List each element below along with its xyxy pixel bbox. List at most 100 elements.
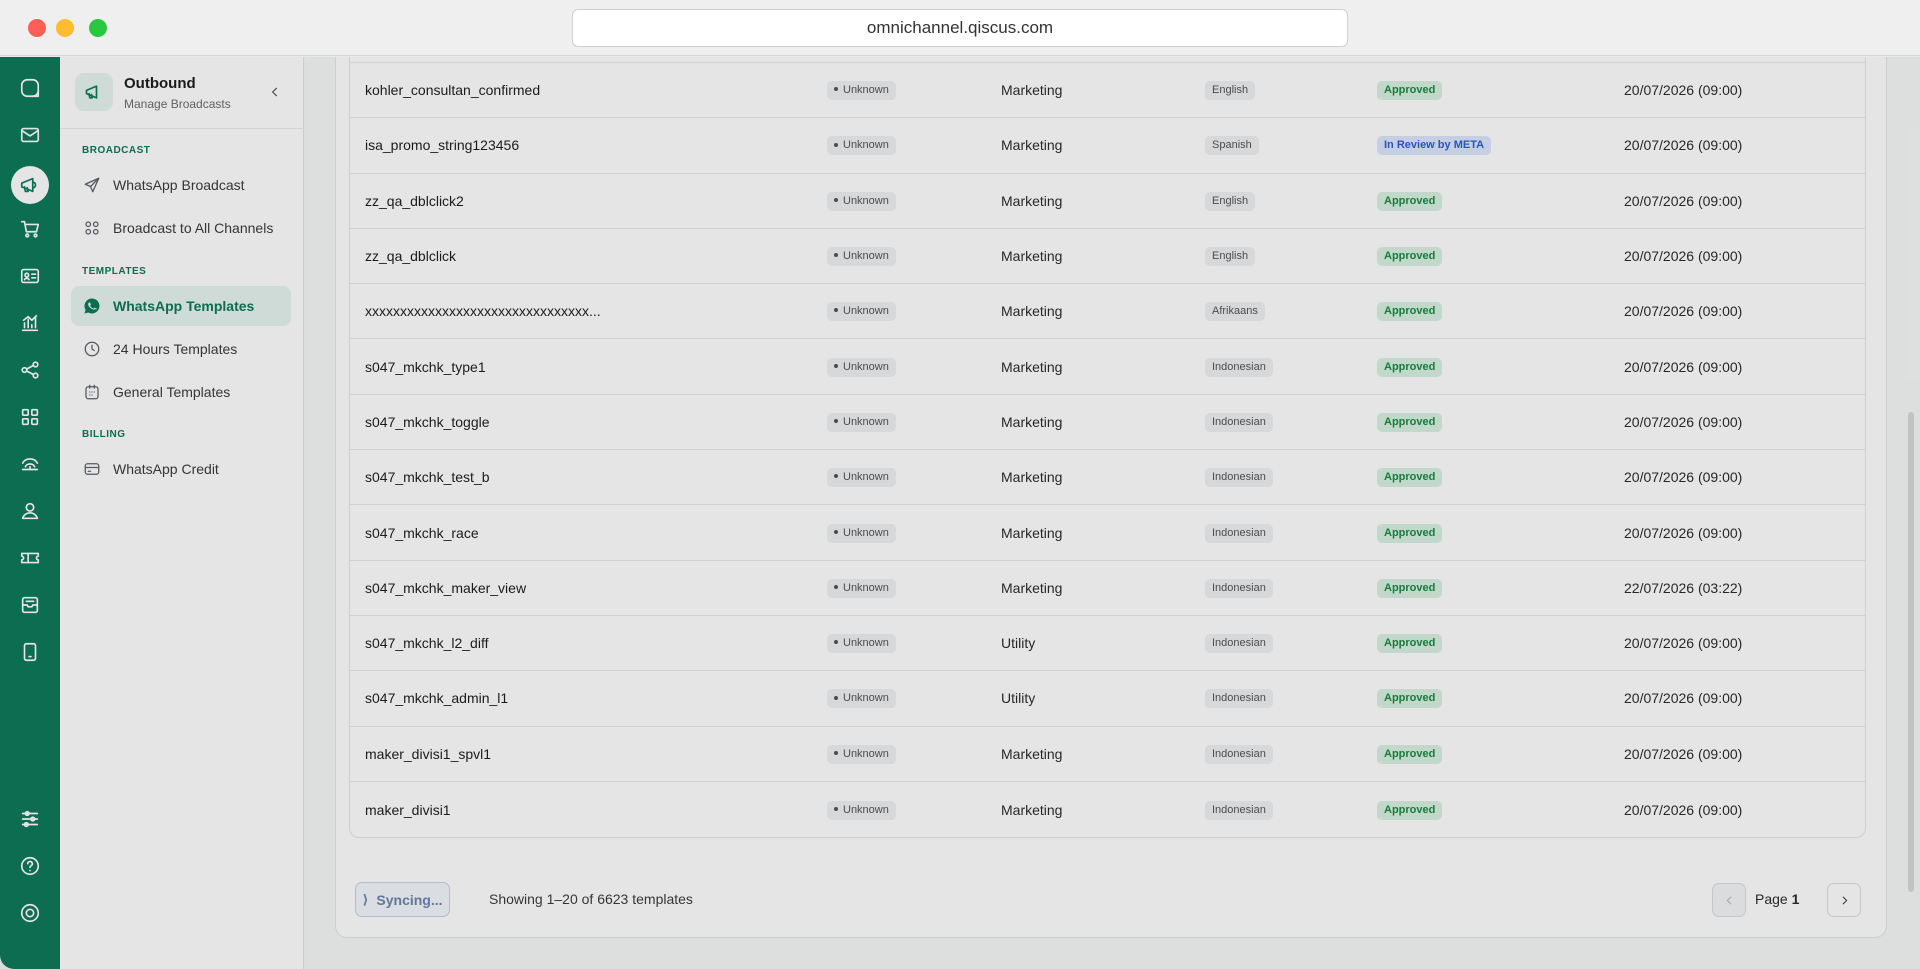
contact-card-icon[interactable] — [16, 262, 44, 290]
template-date: 22/07/2026 (03:22) — [1624, 579, 1743, 596]
analytics-icon[interactable] — [16, 309, 44, 337]
language-badge-pill: Indonesian — [1205, 468, 1273, 488]
quality-badge: Unknown — [827, 523, 896, 543]
table-row[interactable]: zz_qa_dblclick2 Unknown Marketing English Ap… — [350, 174, 1865, 229]
sidebar-item-24-hours-templates[interactable]: 24 Hours Templates — [71, 329, 291, 369]
template-date: 20/07/2026 (09:00) — [1624, 413, 1743, 430]
status-badge: Approved — [1377, 800, 1443, 820]
quality-badge-pill: Unknown — [827, 81, 896, 101]
table-row[interactable]: kohler_consultan_confirmed Unknown Marketi… — [350, 63, 1865, 119]
sidebar-subtitle: Manage Broadcasts — [124, 97, 231, 111]
maximize-window-button[interactable] — [89, 19, 107, 37]
quality-badge-pill: Unknown — [827, 191, 896, 211]
section-billing: BILLING — [82, 429, 126, 440]
template-name: xxxxxxxxxxxxxxxxxxxxxxxxxxxxxxxx... — [365, 303, 601, 320]
settings-sliders-icon[interactable] — [16, 805, 44, 833]
language-badge: Spanish — [1205, 135, 1259, 156]
power-icon[interactable] — [16, 899, 44, 927]
status-badge: Approved — [1377, 246, 1443, 267]
language-badge: English — [1205, 80, 1256, 101]
mail-icon[interactable] — [16, 121, 44, 149]
language-badge: Indonesian — [1205, 800, 1273, 820]
collapse-sidebar-button[interactable] — [266, 83, 284, 101]
language-badge-pill: Indonesian — [1205, 634, 1273, 654]
table-row[interactable]: s047_mkchk_admin_l1 Unknown Utility Indones… — [350, 671, 1865, 727]
sidebar-item-label: WhatsApp Broadcast — [113, 177, 245, 193]
close-window-button[interactable] — [28, 19, 46, 37]
app-window: Outbound Manage Broadcasts BROADCAST Wha… — [0, 57, 1920, 969]
table-row[interactable]: s047_mkchk_toggle Unknown Marketing Indones… — [350, 395, 1865, 451]
template-category: Marketing — [1001, 192, 1063, 209]
sidebar-item-whatsapp-broadcast[interactable]: WhatsApp Broadcast — [71, 165, 291, 205]
template-date: 20/07/2026 (09:00) — [1624, 248, 1743, 265]
template-category: Marketing — [1001, 469, 1063, 486]
template-name: s047_mkchk_race — [365, 524, 479, 541]
language-badge: Indonesian — [1205, 357, 1273, 377]
template-date: 20/07/2026 (09:00) — [1624, 469, 1743, 486]
page-indicator: Page 1 — [1755, 891, 1799, 907]
sidebar-item-general-templates[interactable]: General Templates — [71, 372, 291, 412]
inbox-icon[interactable] — [16, 591, 44, 619]
table-row[interactable]: xxxxxxxxxxxxxxxxxxxxxxxxxxxxxxxx... Unkno… — [350, 284, 1865, 340]
browser-chrome: omnichannel.qiscus.com — [0, 0, 1920, 56]
status-badge-pill: Approved — [1377, 357, 1443, 377]
language-badge-pill: English — [1205, 247, 1256, 267]
template-name: s047_mkchk_test_b — [365, 469, 490, 486]
quality-badge: Unknown — [827, 800, 896, 820]
megaphone-icon[interactable] — [11, 166, 49, 204]
page-number: 1 — [1791, 891, 1800, 907]
table-row[interactable]: zz_qa_dblclick Unknown Marketing English App… — [350, 229, 1865, 285]
cart-icon[interactable] — [16, 215, 44, 243]
template-name: kohler_consultan_confirmed — [365, 82, 541, 99]
status-badge-pill: Approved — [1377, 412, 1443, 432]
chevron-right-icon — [1841, 895, 1847, 905]
chat-icon[interactable] — [16, 74, 44, 102]
table-row[interactable]: s047_mkchk_type1 Unknown Marketing Indonesi… — [350, 339, 1865, 395]
quality-badge: Unknown — [827, 191, 896, 211]
table-row[interactable]: isa_promo_string123456 Unknown Marketing Sp… — [350, 118, 1865, 174]
table-row[interactable]: s047_mkchk_race Unknown Marketing Indonesia… — [350, 505, 1865, 561]
template-category: Marketing — [1001, 524, 1063, 541]
next-page-button[interactable] — [1827, 883, 1861, 917]
template-category: Marketing — [1001, 248, 1063, 265]
quality-badge-pill: Unknown — [827, 689, 896, 709]
template-date: 20/07/2026 (09:00) — [1624, 82, 1743, 99]
language-badge: Indonesian — [1205, 688, 1273, 709]
ticket-icon[interactable] — [16, 544, 44, 572]
quality-badge-pill: Unknown — [827, 136, 896, 156]
apps-grid-icon[interactable] — [16, 403, 44, 431]
previous-page-button[interactable] — [1712, 883, 1746, 917]
page-scrollbar[interactable] — [1908, 412, 1914, 892]
template-category: Marketing — [1001, 413, 1063, 430]
flow-icon[interactable] — [16, 356, 44, 384]
table-row[interactable]: maker_divisi1 Unknown Marketing Indonesian A… — [350, 782, 1865, 837]
sidebar-item-whatsapp-templates[interactable]: WhatsApp Templates — [71, 286, 291, 326]
sidebar-item-whatsapp-credit[interactable]: WhatsApp Credit — [71, 449, 291, 489]
status-badge: Approved — [1377, 523, 1443, 543]
status-badge-pill: Approved — [1377, 523, 1443, 543]
template-date: 20/07/2026 (09:00) — [1624, 192, 1743, 209]
address-bar[interactable]: omnichannel.qiscus.com — [572, 9, 1348, 47]
sidebar-item-broadcast-all-channels[interactable]: Broadcast to All Channels — [71, 208, 291, 248]
template-category: Utility — [1001, 690, 1036, 707]
quality-badge: Unknown — [827, 578, 896, 598]
icon-rail — [0, 57, 60, 969]
minimize-window-button[interactable] — [56, 19, 74, 37]
status-badge-pill: Approved — [1377, 191, 1443, 211]
help-icon[interactable] — [16, 852, 44, 880]
send-icon — [84, 177, 100, 193]
section-templates: TEMPLATES — [82, 266, 147, 277]
language-badge-pill: Afrikaans — [1205, 302, 1265, 322]
table-row[interactable]: s047_mkchk_l2_diff Unknown Utility Indonesi… — [350, 616, 1865, 672]
page-prefix: Page — [1755, 891, 1788, 907]
template-category: Marketing — [1001, 358, 1063, 375]
mobile-icon[interactable] — [16, 638, 44, 666]
table-row[interactable]: s047_mkchk_test_b Unknown Marketing Indones… — [350, 450, 1865, 506]
template-category: Marketing — [1001, 745, 1063, 762]
table-row[interactable]: s047_mkchk_maker_view Unknown Marketing Ind… — [350, 561, 1865, 616]
user-icon[interactable] — [16, 497, 44, 525]
syncing-button[interactable]: ⟩ Syncing... — [355, 882, 450, 917]
status-badge: Approved — [1377, 744, 1443, 764]
table-row[interactable]: maker_divisi1_spvl1 Unknown Marketing Indon… — [350, 727, 1865, 782]
signal-icon[interactable] — [16, 450, 44, 478]
